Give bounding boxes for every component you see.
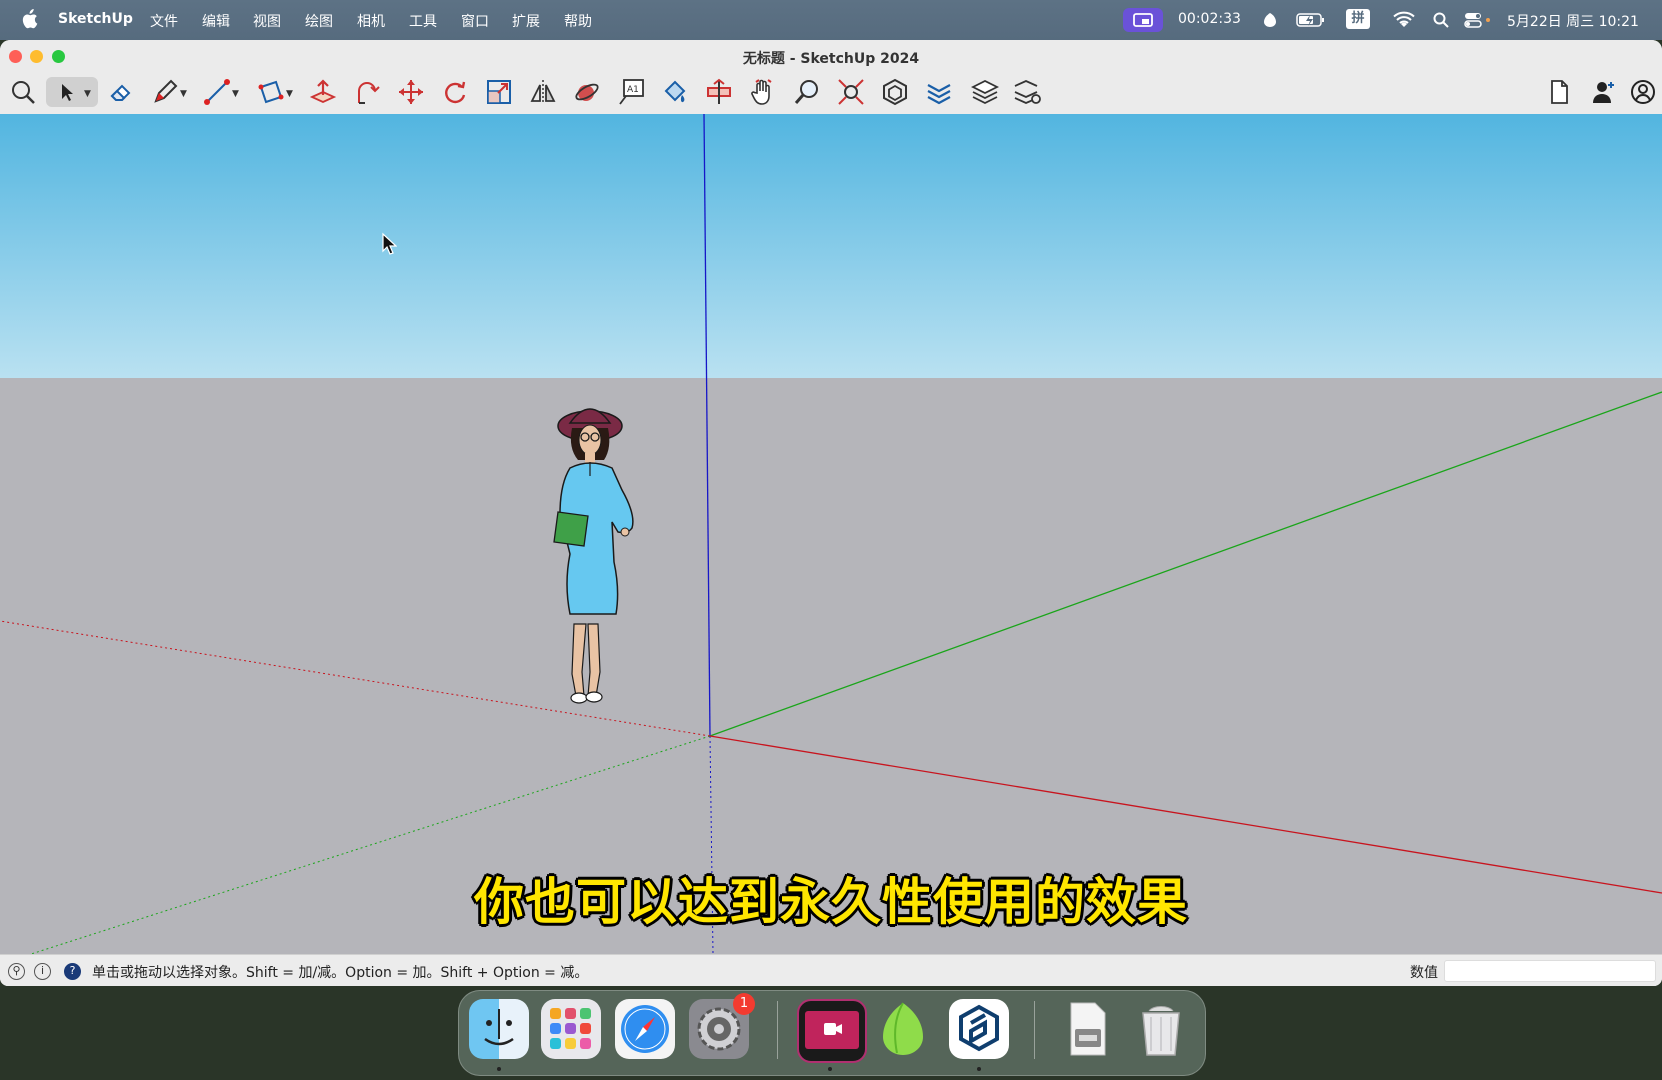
line-dropdown-icon[interactable]: ▼ [232, 89, 239, 99]
menu-view[interactable]: 视图 [253, 11, 281, 31]
macos-dock: 1 [458, 990, 1206, 1076]
menu-extensions[interactable]: 扩展 [512, 11, 540, 31]
settings-notification-badge: 1 [733, 993, 755, 1015]
layers-tool-button[interactable] [970, 77, 1000, 107]
dock-finder-icon[interactable] [469, 999, 529, 1059]
menu-window[interactable]: 窗口 [461, 11, 489, 31]
eraser-tool-button[interactable] [106, 77, 136, 107]
input-method-indicator[interactable]: 拼 [1346, 9, 1370, 29]
sketchup-running-indicator [977, 1067, 981, 1071]
status-hint-text: 单击或拖动以选择对象。Shift = 加/减。Option = 加。Shift … [92, 965, 589, 981]
dock-screen-recorder-icon[interactable] [797, 999, 867, 1063]
clock-datetime[interactable]: 5月22日 周三 10:21 [1507, 11, 1639, 31]
menu-tools[interactable]: 工具 [409, 11, 437, 31]
rectangle-dropdown-icon[interactable]: ▼ [286, 89, 293, 99]
apple-icon[interactable] [20, 9, 38, 33]
dock-launchpad-icon[interactable] [541, 999, 601, 1059]
components-tool-button[interactable] [880, 77, 910, 107]
document-icon[interactable] [1544, 77, 1574, 107]
svg-text:A1: A1 [627, 85, 639, 95]
scale-figure-woman[interactable] [530, 398, 660, 712]
line-tool-button[interactable]: ▼ [202, 77, 239, 107]
zoom-tool-button[interactable] [792, 77, 822, 107]
dock-trash-icon[interactable] [1131, 999, 1191, 1059]
dock-file-manager-icon[interactable] [1057, 999, 1117, 1059]
account-icon[interactable] [1628, 77, 1658, 107]
pencil-dropdown-icon[interactable]: ▼ [180, 89, 187, 99]
help-icon[interactable]: ? [64, 963, 81, 980]
rectangle-tool-button[interactable]: ▼ [256, 77, 293, 107]
battery-icon[interactable] [1296, 12, 1326, 32]
push-pull-tool-button[interactable] [308, 77, 338, 107]
dock-leaf-app-icon[interactable] [873, 999, 933, 1059]
tags-tool-button[interactable] [924, 77, 954, 107]
styles-tool-button[interactable] [1012, 77, 1042, 107]
zoom-extents-tool-button[interactable] [836, 77, 866, 107]
recording-timer: 00:02:33 [1178, 11, 1241, 27]
sketchup-window: 无标题 - SketchUp 2024 ▼ ▼ ▼ ▼ A1 你也可以达到永久性… [0, 40, 1662, 986]
screen-recorder-icon[interactable] [1123, 8, 1163, 32]
window-titlebar[interactable]: 无标题 - SketchUp 2024 [0, 40, 1662, 72]
blue-axis [703, 114, 711, 737]
finder-running-indicator [497, 1067, 501, 1071]
menu-edit[interactable]: 编辑 [202, 11, 230, 31]
menu-draw[interactable]: 绘图 [305, 11, 333, 31]
menu-app-name[interactable]: SketchUp [58, 11, 133, 27]
credits-info-icon[interactable]: i [34, 963, 51, 980]
drawing-axes [0, 114, 1662, 954]
menu-camera[interactable]: 相机 [357, 11, 385, 31]
follow-me-tool-button[interactable] [352, 77, 382, 107]
status-bar: ⚲ i ? 单击或拖动以选择对象。Shift = 加/减。Option = 加。… [0, 954, 1662, 986]
modeling-viewport[interactable]: 你也可以达到永久性使用的效果 [0, 114, 1662, 954]
pencil-tool-button[interactable]: ▼ [150, 77, 187, 107]
rotate-tool-button[interactable] [440, 77, 470, 107]
green-axis [709, 391, 1662, 737]
window-title: 无标题 - SketchUp 2024 [742, 51, 920, 67]
main-toolbar: ▼ ▼ ▼ ▼ A1 [0, 72, 1662, 115]
dock-sketchup-icon[interactable] [949, 999, 1009, 1059]
control-center-icon[interactable] [1464, 11, 1492, 33]
measurements-input[interactable] [1444, 960, 1656, 982]
scale-tool-button[interactable] [484, 77, 514, 107]
recorder-running-indicator [828, 1067, 832, 1071]
menu-bar: SketchUp 文件 编辑 视图 绘图 相机 工具 窗口 扩展 帮助 00:0… [0, 0, 1662, 40]
geo-location-icon[interactable]: ⚲ [8, 963, 25, 980]
dock-separator-2 [1034, 1001, 1035, 1059]
measurements-label: 数值 [1410, 965, 1438, 981]
menu-help[interactable]: 帮助 [564, 11, 592, 31]
orbit-tool-button[interactable] [572, 77, 602, 107]
text-tool-button[interactable]: A1 [616, 77, 646, 107]
search-tool-button[interactable] [8, 77, 38, 107]
dock-system-settings-icon[interactable]: 1 [689, 993, 755, 1059]
user-icon[interactable] [1588, 77, 1618, 107]
leaf-status-icon[interactable] [1262, 11, 1278, 33]
paint-bucket-tool-button[interactable] [660, 77, 690, 107]
select-dropdown-icon[interactable]: ▼ [84, 89, 91, 99]
menu-file[interactable]: 文件 [150, 11, 178, 31]
dock-safari-icon[interactable] [615, 999, 675, 1059]
select-tool-button[interactable]: ▼ [46, 77, 98, 107]
section-plane-tool-button[interactable] [704, 77, 734, 107]
pan-tool-button[interactable] [748, 77, 778, 107]
video-subtitle: 你也可以达到永久性使用的效果 [474, 873, 1188, 931]
spotlight-search-icon[interactable] [1433, 12, 1449, 32]
dock-separator [777, 1001, 778, 1059]
move-tool-button[interactable] [396, 77, 426, 107]
mouse-pointer-icon [381, 232, 398, 260]
wifi-icon[interactable] [1393, 11, 1415, 33]
flip-tool-button[interactable] [528, 77, 558, 107]
